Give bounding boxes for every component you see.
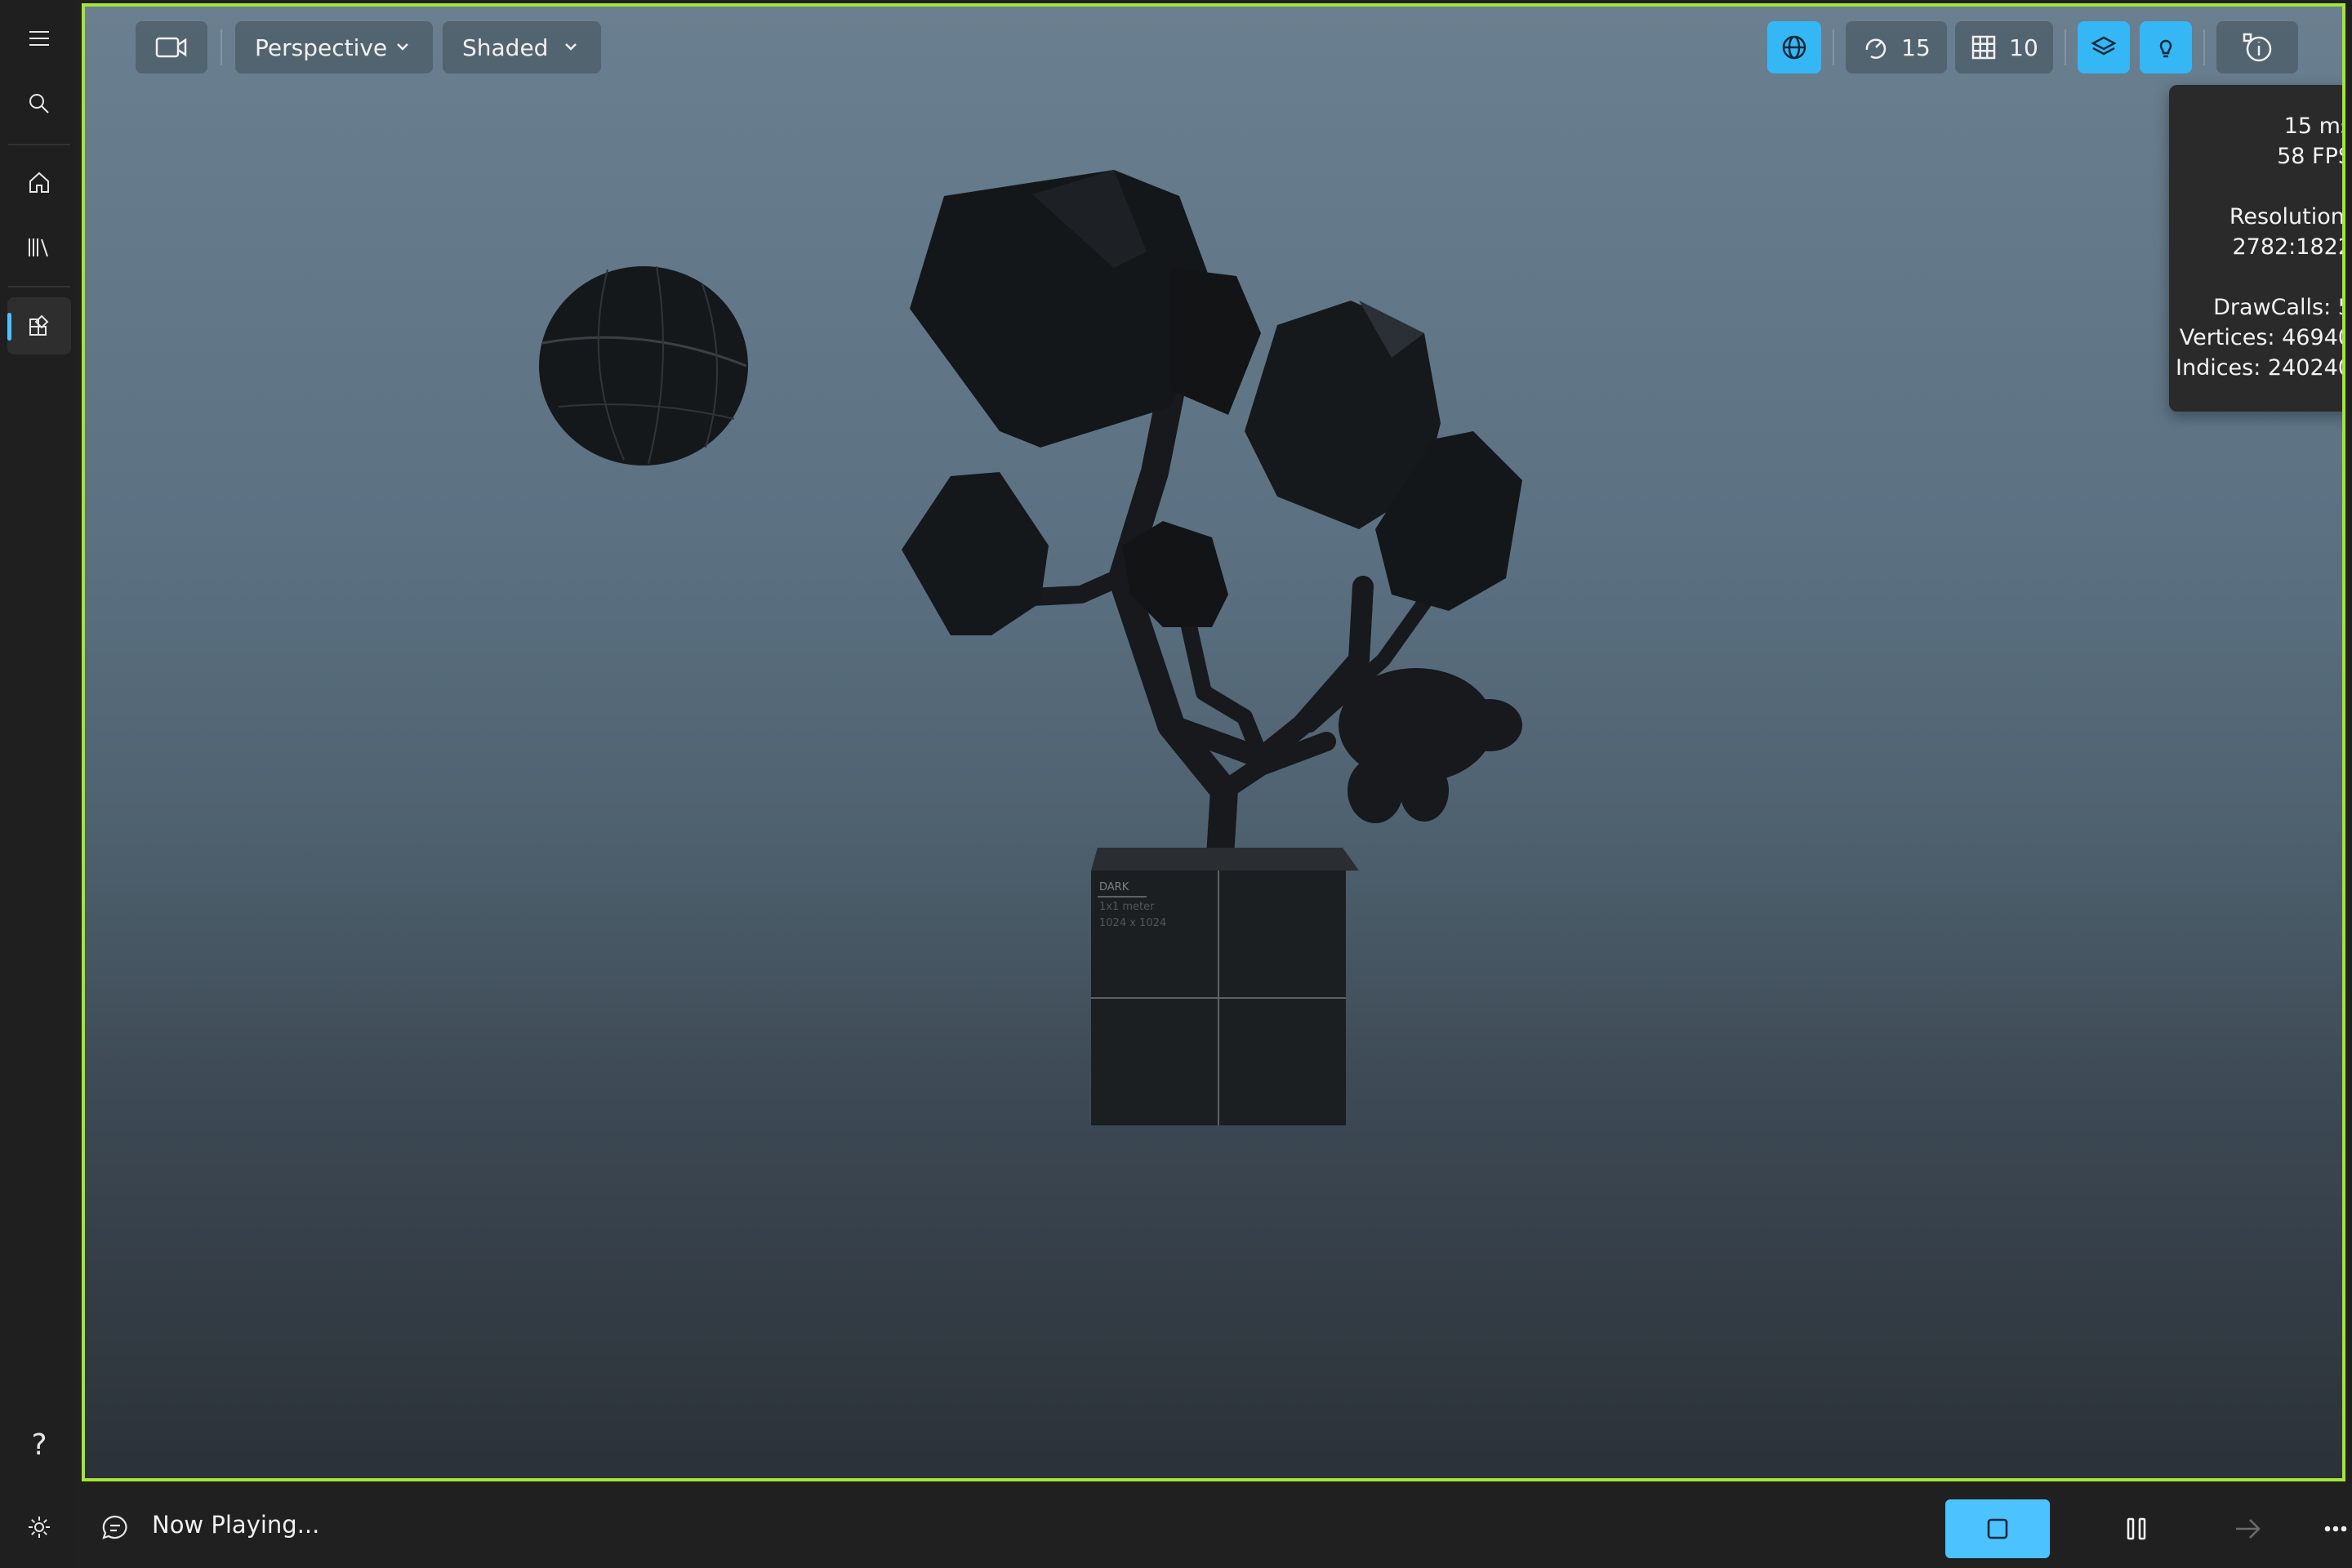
toolbar-divider	[2065, 29, 2066, 65]
layers-toggle[interactable]	[2078, 21, 2130, 74]
texture-size-pixels: 1024 x 1024	[1099, 917, 1166, 929]
frame-time: 15 ms	[2283, 114, 2345, 139]
arrow-right-icon	[2236, 1519, 2261, 1539]
shading-label: Shaded	[462, 33, 549, 61]
next-button[interactable]	[2218, 1499, 2277, 1558]
stop-button[interactable]	[1945, 1499, 2050, 1558]
resolution-value: 2782:1822	[2232, 234, 2345, 260]
globe-icon	[1782, 35, 1806, 60]
active-indicator	[7, 313, 11, 341]
scene-render[interactable]: DARK 1x1 meter 1024 x 1024	[85, 7, 2342, 1478]
video-camera-icon	[155, 37, 187, 58]
3d-viewport[interactable]: DARK 1x1 meter 1024 x 1024 Perspective S…	[82, 3, 2345, 1481]
home-button[interactable]	[7, 154, 71, 211]
environment-toggle[interactable]	[1767, 21, 1821, 74]
vertices-count: Vertices: 46940	[2179, 325, 2345, 350]
framerate-button[interactable]: 15	[1846, 21, 1947, 74]
grid-icon	[1971, 35, 1996, 60]
texture-title: DARK	[1099, 881, 1129, 893]
resolution-label: Resolution:	[2229, 204, 2345, 229]
draw-calls: DrawCalls: 5	[2213, 295, 2345, 320]
stats-toggle[interactable]	[2216, 21, 2298, 74]
library-icon	[29, 238, 48, 257]
camera-button[interactable]	[136, 21, 207, 74]
apps-add-icon	[29, 314, 49, 336]
toolbar-divider	[220, 29, 222, 65]
hamburger-menu-icon	[29, 31, 49, 46]
toolbar-divider	[2203, 29, 2205, 65]
grid-value: 10	[2009, 33, 2038, 61]
sphere-mesh	[539, 265, 748, 466]
tree-foliage-mesh	[902, 170, 1522, 635]
suzanne-mesh	[1339, 668, 1522, 823]
help-button[interactable]: ?	[0, 1417, 78, 1474]
sidebar-divider	[8, 144, 70, 145]
home-icon	[29, 172, 49, 193]
cube-mesh: DARK 1x1 meter 1024 x 1024	[1091, 848, 1359, 1125]
library-button[interactable]	[7, 219, 71, 276]
sidebar: ?	[0, 0, 78, 1568]
search-button[interactable]	[7, 75, 71, 132]
texture-size-meters: 1x1 meter	[1099, 901, 1155, 913]
performance-stats-panel: 15 ms 58 FPS Resolution: 2782:1822 DrawC…	[2169, 85, 2345, 412]
settings-button[interactable]	[0, 1499, 78, 1556]
layers-icon	[2091, 36, 2117, 56]
lighting-toggle[interactable]	[2140, 21, 2192, 74]
samples-button[interactable]	[7, 297, 71, 354]
grid-button[interactable]: 10	[1955, 21, 2053, 74]
rotate-gauge-icon	[1865, 38, 1886, 59]
more-icon	[2324, 1526, 2347, 1532]
chat-icon	[100, 1512, 131, 1544]
chevron-down-icon	[565, 43, 577, 51]
chevron-down-icon	[397, 43, 408, 51]
toolbar-divider	[1833, 29, 1834, 65]
menu-button[interactable]	[7, 10, 71, 67]
info-icon	[2243, 33, 2272, 62]
status-text: Now Playing...	[152, 1511, 320, 1539]
lightbulb-icon	[2159, 39, 2172, 58]
search-icon	[29, 94, 49, 114]
pause-button[interactable]	[2107, 1499, 2166, 1558]
fps: 58 FPS	[2277, 144, 2345, 169]
more-button[interactable]	[2306, 1499, 2352, 1558]
gear-icon	[29, 1517, 50, 1538]
stop-icon	[1987, 1518, 2008, 1539]
shading-dropdown[interactable]: Shaded	[443, 21, 601, 74]
projection-dropdown[interactable]: Perspective	[235, 21, 433, 74]
framerate-value: 15	[1901, 33, 1931, 61]
bottom-bar: Now Playing...	[78, 1490, 2352, 1568]
pause-icon	[2127, 1517, 2146, 1540]
sidebar-divider	[8, 286, 70, 287]
indices-count: Indices: 240240	[2176, 355, 2345, 381]
projection-label: Perspective	[255, 33, 388, 61]
